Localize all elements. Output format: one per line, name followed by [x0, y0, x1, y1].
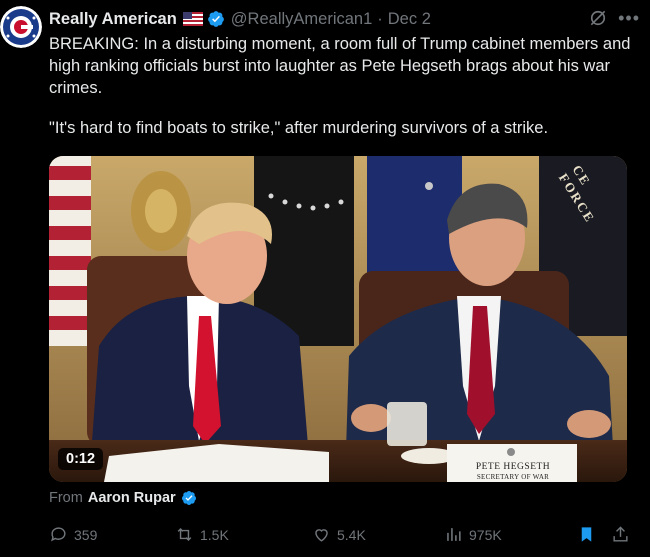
tweet-date[interactable]: Dec 2 [388, 10, 431, 29]
avatar-logo-icon [0, 6, 42, 48]
heart-icon [315, 529, 328, 542]
display-name[interactable]: Really American [49, 10, 177, 29]
header-separator: · [377, 9, 383, 28]
share-button[interactable] [611, 525, 630, 544]
repost-icon [177, 527, 192, 542]
bookmark-button[interactable] [577, 525, 596, 544]
nameplate: PETE HEGSETH SECRETARY OF WAR [453, 462, 573, 482]
view-count: 975K [469, 526, 502, 543]
repost-button[interactable]: 1.5K [175, 525, 229, 544]
repost-count: 1.5K [200, 526, 229, 543]
tweet-text: BREAKING: In a disturbing moment, a room… [49, 33, 639, 139]
wall-emblem [131, 171, 191, 251]
header-actions: ••• [588, 8, 640, 28]
verified-badge-icon[interactable] [207, 10, 225, 28]
bookmark-icon [581, 527, 592, 542]
author-handle[interactable]: @ReallyAmerican1 [231, 10, 372, 29]
video-timestamp: 0:12 [58, 448, 104, 470]
from-author[interactable]: Aaron Rupar [88, 490, 176, 506]
grok-icon[interactable] [588, 8, 608, 28]
reply-count: 359 [74, 526, 98, 543]
reply-icon [51, 527, 66, 542]
action-bar: 359 1.5K 5.4K 975K [49, 522, 634, 548]
tweet-paragraph: BREAKING: In a disturbing moment, a room… [49, 35, 631, 97]
more-options-icon[interactable]: ••• [618, 9, 640, 27]
tweet-paragraph: "It's hard to find boats to strike," aft… [49, 119, 549, 137]
nameplate-title: SECRETARY OF WAR [476, 473, 550, 481]
share-icon [613, 526, 628, 542]
views-button[interactable]: 975K [444, 525, 502, 544]
us-flag-icon [182, 12, 203, 26]
verified-badge-icon [181, 490, 197, 506]
from-label: From [49, 490, 83, 506]
video-player[interactable]: CE FORCE PETE HEGSETH SECRETARY OF WAR 0… [49, 156, 627, 482]
avatar[interactable] [0, 6, 42, 48]
video-attribution: From Aaron Rupar [49, 490, 197, 506]
like-count: 5.4K [337, 526, 366, 543]
us-flag-drape [49, 156, 91, 346]
reply-button[interactable]: 359 [49, 525, 97, 544]
nameplate-name: PETE HEGSETH [475, 462, 551, 472]
like-button[interactable]: 5.4K [312, 525, 366, 544]
tweet-header: Really American @ReallyAmerican1 · Dec 2… [49, 8, 640, 30]
analytics-icon [447, 528, 461, 541]
